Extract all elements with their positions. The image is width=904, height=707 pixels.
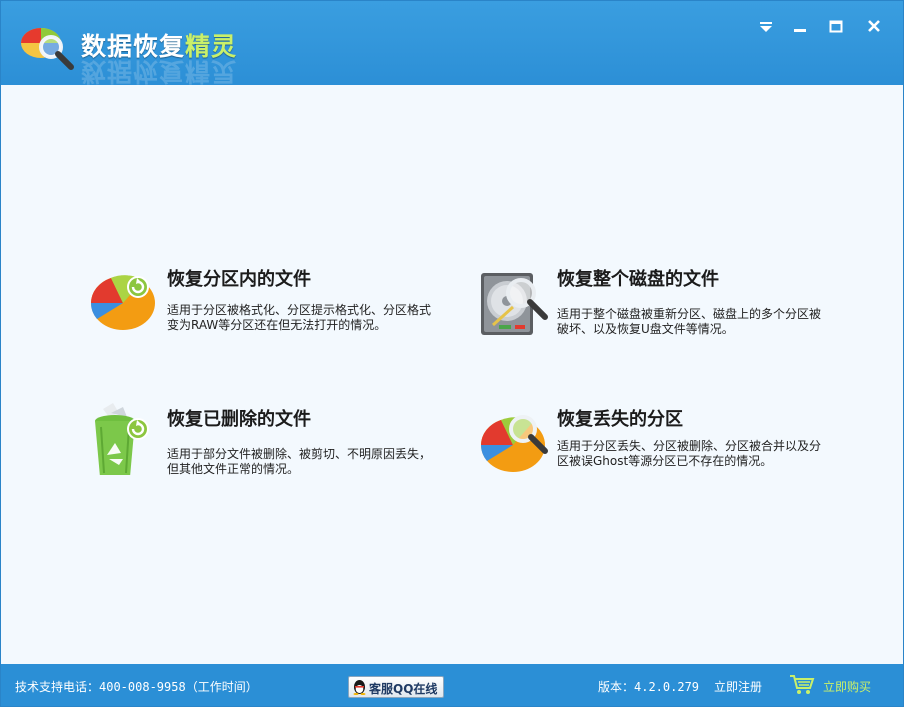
minimize-icon [794, 29, 806, 32]
app-title-reflection: 数据恢复精灵 [81, 55, 237, 91]
pie-chart-magnifier-icon [479, 403, 551, 475]
card-description: 适用于分区被格式化、分区提示格式化、分区格式变为RAW等分区还在但无法打开的情况… [167, 303, 432, 332]
qq-support-label: 客服QQ在线 [369, 682, 438, 696]
recycle-bin-recover-icon [89, 403, 161, 477]
status-bar: 技术支持电话：400-008-9958（工作时间） 客服QQ在线 版本：4.2.… [1, 664, 903, 706]
shopping-cart-icon [790, 675, 815, 694]
maximize-button[interactable] [823, 15, 849, 39]
buy-now-label: 立即购买 [823, 680, 872, 694]
card-title: 恢复整个磁盘的文件 [557, 269, 719, 290]
recover-partition-files-card[interactable]: 恢复分区内的文件 适用于分区被格式化、分区提示格式化、分区格式变为RAW等分区还… [89, 263, 441, 353]
support-phone-text: 技术支持电话：400-008-9958（工作时间） [15, 680, 258, 694]
card-title: 恢复丢失的分区 [557, 409, 683, 430]
qq-support-button[interactable]: 客服QQ在线 [348, 676, 444, 698]
card-description: 适用于分区丢失、分区被删除、分区被合并以及分区被误Ghost等源分区已不存在的情… [557, 439, 822, 468]
recover-whole-disk-card[interactable]: 恢复整个磁盘的文件 适用于整个磁盘被重新分区、磁盘上的多个分区被破坏、以及恢复U… [479, 263, 831, 353]
app-logo-icon [15, 21, 77, 73]
close-icon [868, 20, 880, 32]
app-window: 数据恢复精灵 数据恢复精灵 恢复分区内的文件 适用于分区被格式化、分区提示格式化… [0, 0, 904, 707]
card-description: 适用于整个磁盘被重新分区、磁盘上的多个分区被破坏、以及恢复U盘文件等情况。 [557, 307, 822, 336]
title-bar[interactable]: 数据恢复精灵 数据恢复精灵 [1, 1, 903, 86]
pie-chart-recover-icon [89, 263, 161, 335]
buy-now-link[interactable]: 立即购买 [789, 673, 889, 697]
card-title: 恢复分区内的文件 [167, 269, 311, 290]
app-title-reflection-main: 数据恢复 [81, 57, 186, 86]
minimize-button[interactable] [787, 15, 813, 39]
dropdown-menu-icon [760, 22, 772, 32]
menu-button[interactable] [753, 15, 779, 39]
close-button[interactable] [861, 15, 887, 39]
qq-penguin-icon [353, 680, 366, 695]
maximize-icon [829, 20, 843, 33]
card-description: 适用于部分文件被删除、被剪切、不明原因丢失，但其他文件正常的情况。 [167, 447, 432, 476]
recover-deleted-files-card[interactable]: 恢复已删除的文件 适用于部分文件被删除、被剪切、不明原因丢失，但其他文件正常的情… [89, 403, 441, 493]
register-link[interactable]: 立即注册 [714, 678, 762, 695]
recover-lost-partition-card[interactable]: 恢复丢失的分区 适用于分区丢失、分区被删除、分区被合并以及分区被误Ghost等源… [479, 403, 831, 493]
card-title: 恢复已删除的文件 [167, 409, 311, 430]
app-title-reflection-accent: 精灵 [185, 57, 238, 86]
hard-disk-magnifier-icon [479, 263, 551, 335]
version-text: 版本：4.2.0.279 [598, 680, 700, 694]
